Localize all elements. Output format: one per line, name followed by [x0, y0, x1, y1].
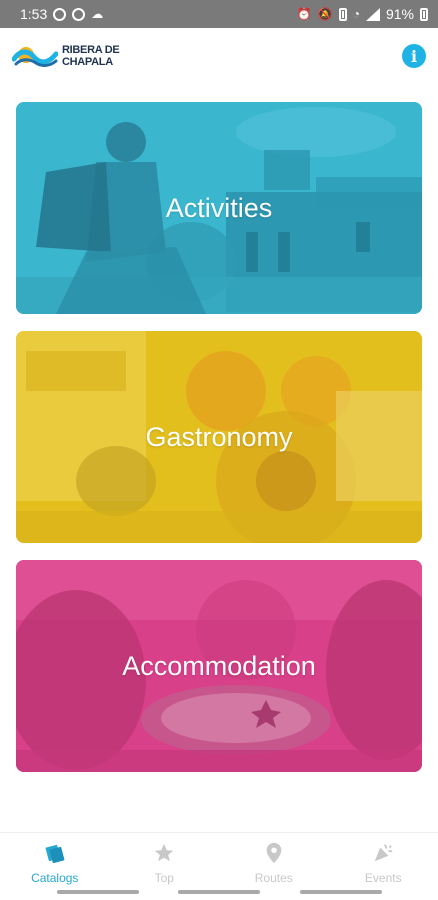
- signal-icon: [365, 7, 380, 21]
- party-icon: [372, 841, 394, 865]
- app-logo[interactable]: RIBERA DE CHAPALA: [12, 42, 120, 70]
- battery-percent: 91%: [385, 6, 414, 22]
- alarm-icon: ⏰: [296, 7, 312, 21]
- logo-text: RIBERA DE CHAPALA: [62, 44, 120, 68]
- nav-label-events: Events: [364, 871, 402, 885]
- nav-label-routes: Routes: [254, 871, 293, 885]
- wifi-icon: ◔: [352, 7, 360, 21]
- battery-saver-icon: [338, 7, 347, 21]
- dnd-icon: [72, 7, 86, 21]
- category-label-accommodation: Accommodation: [122, 650, 316, 681]
- gesture-bar-center: [178, 890, 260, 894]
- logo-waves-icon: [12, 47, 58, 67]
- catalog-icon: [44, 841, 66, 865]
- category-label-gastronomy: Gastronomy: [145, 421, 293, 452]
- category-label-activities: Activities: [165, 192, 273, 223]
- battery-icon: [420, 7, 428, 21]
- nav-label-top: Top: [154, 871, 174, 885]
- app-header: RIBERA DE CHAPALA i: [0, 28, 438, 84]
- status-time: 1:53: [20, 6, 48, 22]
- category-card-activities[interactable]: Activities: [16, 102, 422, 314]
- logo-line2: CHAPALA: [62, 56, 113, 68]
- logo-line1: RIBERA DE: [62, 44, 120, 56]
- info-button[interactable]: i: [402, 44, 426, 68]
- status-right: ⏰ 🔕 ◔ 91%: [297, 6, 428, 22]
- category-card-accommodation[interactable]: Accommodation: [16, 560, 422, 772]
- category-card-gastronomy[interactable]: Gastronomy: [16, 331, 422, 543]
- whatsapp-icon: [53, 7, 67, 21]
- star-icon: [153, 841, 175, 865]
- status-left: 1:53 ☁: [20, 6, 103, 22]
- gesture-bar-right: [300, 890, 382, 894]
- status-bar: 1:53 ☁ ⏰ 🔕 ◔ 91%: [0, 0, 438, 28]
- gesture-bar-left: [57, 890, 139, 894]
- nav-label-catalogs: Catalogs: [31, 871, 79, 885]
- info-icon: i: [410, 46, 418, 66]
- mute-icon: 🔕: [317, 7, 333, 21]
- cloud-icon: ☁: [91, 7, 104, 21]
- map-pin-icon: [265, 841, 283, 865]
